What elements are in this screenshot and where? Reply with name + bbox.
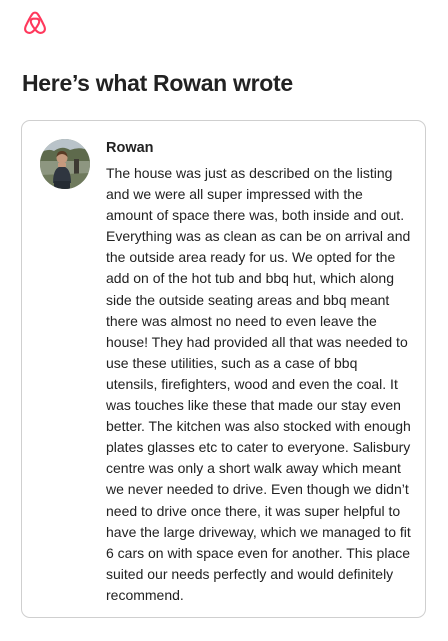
avatar[interactable]: [40, 139, 90, 189]
airbnb-logo-icon[interactable]: [22, 10, 48, 38]
review-text: The house was just as described on the l…: [106, 165, 411, 603]
page-title: Here’s what Rowan wrote: [22, 70, 293, 96]
review-card: Rowan The house was just as described on…: [21, 120, 426, 618]
reviewer-name: Rowan: [106, 140, 154, 156]
